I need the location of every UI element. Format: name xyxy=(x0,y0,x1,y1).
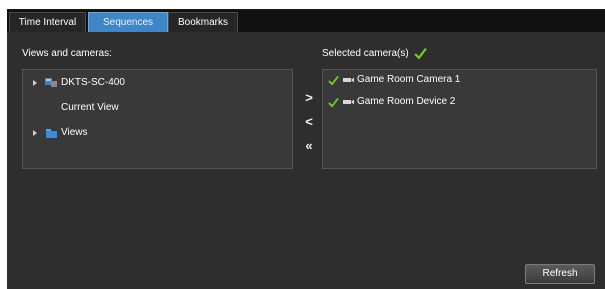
selected-cameras-label: Selected camera(s) xyxy=(322,48,409,59)
tree-item-views[interactable]: Views xyxy=(23,125,292,141)
tree-item-label: Views xyxy=(61,127,88,138)
selected-camera-label: Game Room Camera 1 xyxy=(357,74,461,85)
tree-item-label: Current View xyxy=(61,102,119,113)
selected-camera-item[interactable]: Game Room Camera 1 xyxy=(323,72,596,88)
add-camera-button[interactable]: > xyxy=(302,90,316,106)
tree-item-dkts-sc-400[interactable]: DKTS-SC-400 xyxy=(23,75,292,91)
camera-icon xyxy=(343,99,354,105)
check-icon xyxy=(414,47,427,60)
sequences-dialog: Time Interval Sequences Bookmarks Views … xyxy=(7,9,605,289)
views-and-cameras-label: Views and cameras: xyxy=(22,48,112,59)
check-icon xyxy=(328,97,339,108)
selected-camera-item[interactable]: Game Room Device 2 xyxy=(323,94,596,110)
server-icon xyxy=(45,78,57,87)
selected-camera-label: Game Room Device 2 xyxy=(357,96,456,107)
views-tree-panel[interactable]: DKTS-SC-400 Current View Views xyxy=(22,69,293,169)
folder-icon xyxy=(46,129,57,138)
remove-camera-button[interactable]: < xyxy=(302,114,316,130)
tree-item-label: DKTS-SC-400 xyxy=(61,77,125,88)
camera-icon xyxy=(343,77,354,83)
tree-item-current-view[interactable]: Current View xyxy=(23,100,292,116)
selected-cameras-panel[interactable]: Game Room Camera 1 Game Room Device 2 xyxy=(322,69,597,169)
check-icon xyxy=(328,75,339,86)
remove-all-cameras-button[interactable]: « xyxy=(302,138,316,154)
expand-arrow-icon[interactable] xyxy=(33,80,37,86)
tab-sequences[interactable]: Sequences xyxy=(88,12,168,32)
tab-bar: Time Interval Sequences Bookmarks xyxy=(7,10,605,32)
expand-arrow-icon[interactable] xyxy=(33,130,37,136)
refresh-button[interactable]: Refresh xyxy=(525,264,595,284)
tab-bookmarks[interactable]: Bookmarks xyxy=(168,12,238,32)
tab-time-interval[interactable]: Time Interval xyxy=(9,12,86,32)
